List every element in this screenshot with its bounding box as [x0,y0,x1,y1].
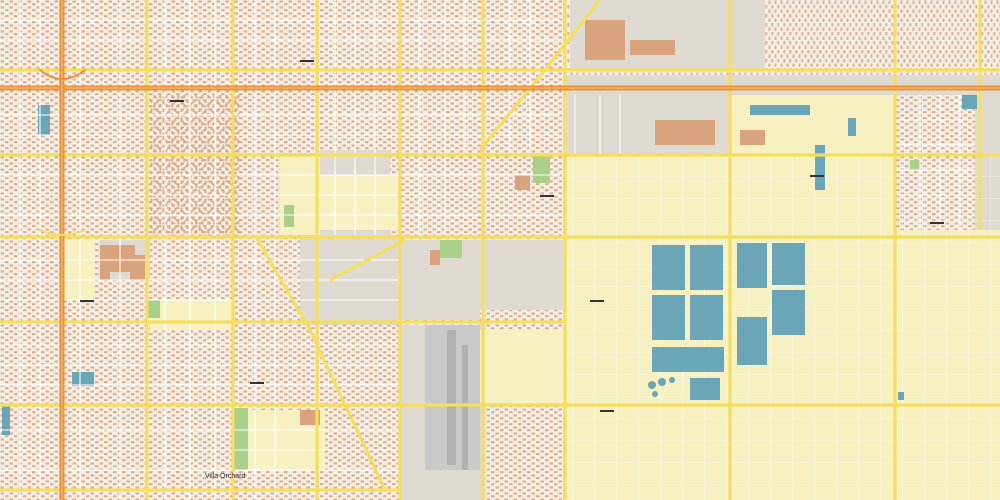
place-label-villa-orchard: Villa Orchard [205,473,246,480]
airport [425,325,480,470]
city-street-map[interactable] [0,0,1000,500]
